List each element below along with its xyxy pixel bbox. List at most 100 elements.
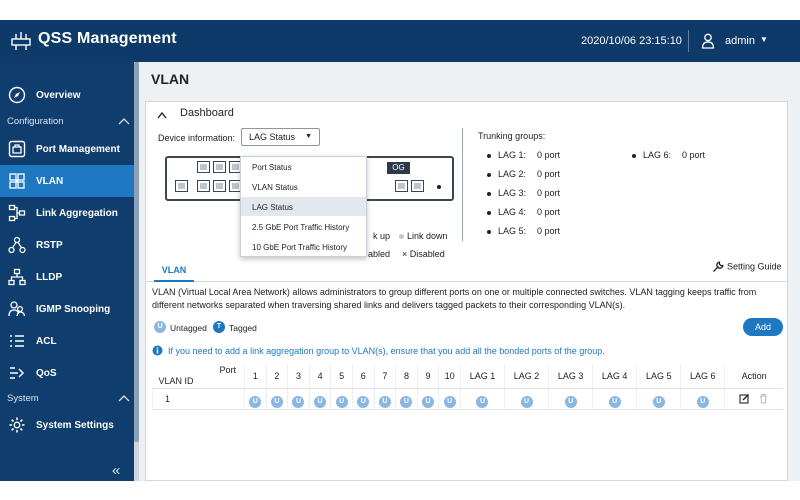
page-title: VLAN xyxy=(151,71,190,87)
sidebar-item-overview[interactable]: Overview xyxy=(0,79,134,111)
chevron-down-icon[interactable]: ▼ xyxy=(760,35,768,44)
column-header-action: Action xyxy=(724,364,783,389)
legend-link-down: Link down xyxy=(399,231,448,241)
switch-port[interactable] xyxy=(213,161,226,173)
port-membership-badge[interactable]: U xyxy=(400,395,413,408)
port-membership-badge[interactable]: U xyxy=(249,395,262,408)
port-membership-badge[interactable]: U xyxy=(422,395,435,408)
chevron-up-icon[interactable] xyxy=(118,117,130,125)
sidebar-item-igmp-snooping[interactable]: IGMP Snooping xyxy=(0,293,134,325)
app-window: QSS Management 2020/10/06 23:15:10 admin… xyxy=(0,20,800,481)
user-icon[interactable] xyxy=(701,33,715,49)
sidebar-item-label: QoS xyxy=(36,367,57,379)
dropdown-option-10gbe-traffic[interactable]: 10 GbE Port Traffic History xyxy=(241,237,366,256)
switch-port[interactable] xyxy=(197,161,210,173)
port-membership-badge[interactable]: U xyxy=(292,395,305,408)
trunking-groups-title: Trunking groups: xyxy=(478,131,546,141)
lag-info-message: If you need to add a link aggregation gr… xyxy=(168,346,605,356)
port-icon xyxy=(8,140,26,158)
legend-link-down-label: Link down xyxy=(407,231,448,241)
igmp-icon xyxy=(8,301,26,317)
setting-guide-link[interactable]: Setting Guide xyxy=(712,261,782,273)
port-membership-badge[interactable]: U xyxy=(564,395,577,408)
collapse-sidebar-button[interactable]: « xyxy=(112,462,120,479)
dropdown-option-vlan-status[interactable]: VLAN Status xyxy=(241,177,366,196)
trash-icon[interactable] xyxy=(758,393,769,404)
vlan-table: Port VLAN ID 1 2 3 4 5 6 7 8 9 10 LAG 1 xyxy=(152,364,783,410)
port-membership-badge[interactable]: U xyxy=(357,395,370,408)
sidebar: Overview Configuration Port Management V… xyxy=(0,62,134,481)
sidebar-item-link-aggregation[interactable]: Link Aggregation xyxy=(0,197,134,229)
switch-port[interactable] xyxy=(395,180,408,192)
lag-port-count: 0 port xyxy=(537,188,561,198)
switch-port[interactable] xyxy=(197,180,210,192)
sidebar-item-label: IGMP Snooping xyxy=(36,303,111,315)
device-information-select[interactable]: LAG Status ▼ xyxy=(241,128,320,146)
sidebar-item-label: VLAN xyxy=(36,175,64,187)
switch-port[interactable] xyxy=(411,180,424,192)
lag-badge: OG xyxy=(387,162,410,174)
header-vlan-id: VLAN ID xyxy=(158,375,194,386)
lag-port-count: 0 port xyxy=(537,207,561,217)
lag-group-row: LAG 4: xyxy=(487,207,526,217)
chevron-up-icon[interactable] xyxy=(157,111,167,119)
sidebar-item-qos[interactable]: QoS xyxy=(0,357,134,389)
port-membership-badge[interactable]: U xyxy=(652,395,665,408)
sidebar-item-vlan[interactable]: VLAN xyxy=(0,165,134,197)
dropdown-option-port-status[interactable]: Port Status xyxy=(241,157,366,176)
device-select-value: LAG Status xyxy=(249,132,296,142)
port-membership-badge[interactable]: U xyxy=(270,395,283,408)
user-menu[interactable]: admin xyxy=(725,35,755,47)
switch-port[interactable] xyxy=(213,180,226,192)
switch-port[interactable] xyxy=(175,180,188,192)
dropdown-option-lag-status[interactable]: LAG Status xyxy=(241,197,366,216)
vlan-id-cell: 1 xyxy=(152,388,245,410)
column-header: 10 xyxy=(438,364,461,389)
table-header-row: Port VLAN ID 1 2 3 4 5 6 7 8 9 10 LAG 1 xyxy=(152,364,783,389)
top-bar: QSS Management 2020/10/06 23:15:10 admin… xyxy=(0,20,800,62)
sidebar-item-lldp[interactable]: LLDP xyxy=(0,261,134,293)
dropdown-option-25gbe-traffic[interactable]: 2.5 GbE Port Traffic History xyxy=(241,217,366,236)
lag-group-row: LAG 3: xyxy=(487,188,526,198)
legend-link-up: k up xyxy=(373,231,391,241)
tab-vlan[interactable]: VLAN xyxy=(154,258,194,282)
port-membership-badge[interactable]: U xyxy=(520,395,533,408)
link-down-dot xyxy=(399,234,404,240)
port-membership-badge[interactable]: U xyxy=(314,395,327,408)
setting-guide-label: Setting Guide xyxy=(727,261,782,272)
sidebar-item-label: LLDP xyxy=(36,271,63,283)
untagged-label: Untagged xyxy=(170,323,207,333)
lag-group-row: LAG 1: xyxy=(487,150,526,160)
lag-port-count: 0 port xyxy=(682,150,706,160)
port-membership-badge[interactable]: U xyxy=(378,395,391,408)
action-cell xyxy=(724,388,783,410)
port-membership-badge[interactable]: U xyxy=(476,395,489,408)
sidebar-item-label: System Settings xyxy=(36,419,114,431)
port-membership-badge[interactable]: U xyxy=(443,395,456,408)
edit-icon[interactable] xyxy=(739,393,750,404)
column-header: LAG 2 xyxy=(503,364,549,389)
sidebar-item-acl[interactable]: ACL xyxy=(0,325,134,357)
dashboard-title[interactable]: Dashboard xyxy=(180,107,234,119)
sidebar-item-label: ACL xyxy=(36,335,57,347)
wrench-icon xyxy=(713,261,724,272)
column-header: LAG 5 xyxy=(636,364,681,389)
table-row[interactable]: 1 U U U U U U U U U U U U U U U U xyxy=(152,388,783,410)
sidebar-item-rstp[interactable]: RSTP xyxy=(0,229,134,261)
add-vlan-button[interactable]: Add xyxy=(743,318,783,336)
column-header: 1 xyxy=(244,364,267,389)
main-content: VLAN Dashboard Device information: LAG S… xyxy=(139,62,800,481)
port-membership-badge[interactable]: U xyxy=(696,395,709,408)
sidebar-item-system-settings[interactable]: System Settings xyxy=(0,409,134,441)
qss-logo-icon xyxy=(11,32,31,50)
sidebar-item-label: Overview xyxy=(36,89,81,101)
sidebar-item-port-management[interactable]: Port Management xyxy=(0,133,134,165)
lag-group-row: LAG 5: xyxy=(487,226,526,236)
port-membership-badge[interactable]: U xyxy=(608,395,621,408)
column-header: 6 xyxy=(351,364,375,389)
rstp-icon xyxy=(8,236,26,254)
app-title: QSS Management xyxy=(38,30,177,47)
chevron-up-icon[interactable] xyxy=(118,394,130,402)
column-header: 2 xyxy=(265,364,288,389)
port-membership-badge[interactable]: U xyxy=(335,395,348,408)
